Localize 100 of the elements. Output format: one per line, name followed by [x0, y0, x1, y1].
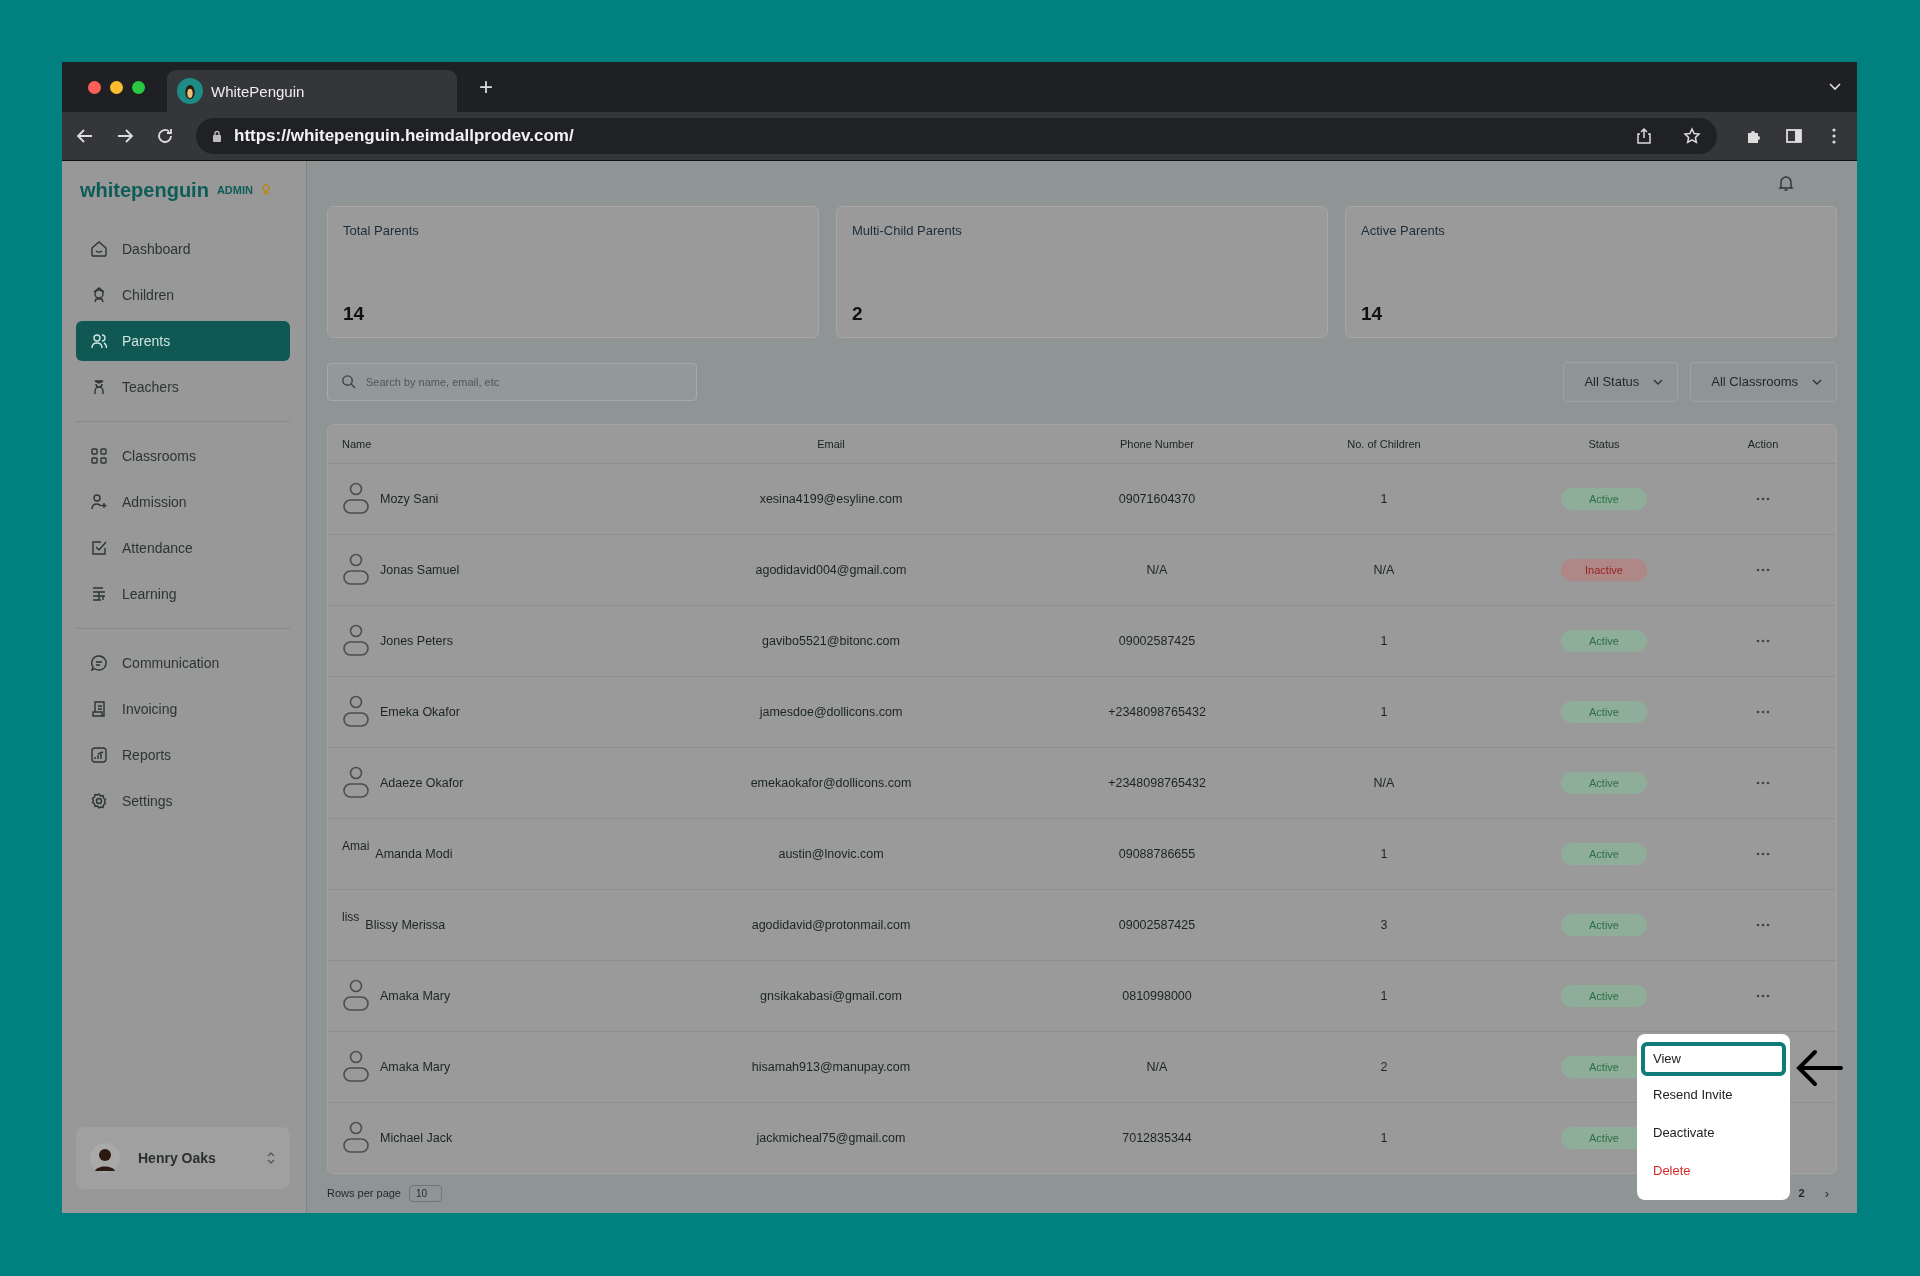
- stat-label: Multi-Child Parents: [852, 222, 963, 238]
- children-count-cell-text: 1: [1379, 846, 1389, 861]
- status-pill: Active: [1561, 700, 1647, 723]
- browser-tab[interactable]: WhitePenguin: [167, 70, 457, 112]
- minimize-window-button[interactable]: [110, 80, 123, 94]
- name-cell: Adaeze Okafor: [380, 775, 464, 790]
- person-icon: [342, 1120, 370, 1155]
- sidebar-item[interactable]: Learning: [76, 574, 290, 614]
- sidebar-item[interactable]: Parents: [76, 321, 290, 361]
- share-icon[interactable]: [1635, 127, 1653, 145]
- stat-label: Total Parents: [343, 222, 420, 238]
- document-icon: [90, 700, 108, 718]
- search-icon: [341, 373, 356, 389]
- email-cell-text: agodidavid@protonmail.com: [750, 917, 912, 932]
- sidebar-item[interactable]: Admission: [76, 482, 290, 522]
- new-tab-button[interactable]: +: [479, 73, 493, 101]
- user-switcher[interactable]: Henry Oaks: [76, 1127, 290, 1189]
- updown-icon: [266, 1151, 276, 1165]
- chart-icon: [90, 746, 108, 764]
- phone-cell-text: 0810998000: [1121, 988, 1193, 1003]
- name-cell: Jonas Samuel: [380, 562, 460, 577]
- name-cell: Mozy Sani: [380, 491, 439, 506]
- stat-value: 14: [1361, 302, 1384, 325]
- email-cell-text: austin@lnovic.com: [777, 846, 885, 861]
- notification-bell-icon[interactable]: [1777, 174, 1795, 193]
- children-count-cell-text: 1: [1379, 633, 1389, 648]
- status-pill: Active: [1561, 629, 1647, 652]
- back-icon[interactable]: [76, 127, 94, 145]
- phone-cell-text: 09002587425: [1117, 633, 1197, 648]
- sidebar-item[interactable]: Communication: [76, 643, 290, 683]
- settings-icon: [90, 792, 108, 810]
- sidebar-item[interactable]: Children: [76, 275, 290, 315]
- forward-icon[interactable]: [116, 127, 134, 145]
- phone-cell-text: +2348098765432: [1107, 775, 1207, 790]
- chevron-down-icon[interactable]: [1829, 83, 1841, 91]
- reload-icon[interactable]: [156, 127, 174, 145]
- menu-item[interactable]: Delete: [1641, 1152, 1786, 1190]
- name-cell: Michael Jack: [380, 1130, 453, 1145]
- email-cell-text: gnsikakabasi@gmail.com: [759, 988, 903, 1003]
- menu-item[interactable]: View: [1641, 1042, 1786, 1076]
- column-header: Email: [816, 437, 846, 450]
- email-cell-text: gavibo5521@bitonc.com: [761, 633, 901, 648]
- avatar-alt-text: Amai: [342, 838, 370, 853]
- next-page-button[interactable]: ›: [1824, 1185, 1829, 1201]
- users-icon: [90, 332, 108, 350]
- filter-dropdown[interactable]: All Classrooms: [1690, 361, 1837, 402]
- menu-item[interactable]: Resend Invite: [1641, 1076, 1786, 1114]
- side-panel-icon[interactable]: [1785, 127, 1803, 145]
- logo[interactable]: whitepenguin: [80, 178, 209, 202]
- sidebar-item[interactable]: Reports: [76, 735, 290, 775]
- person-icon: [342, 978, 370, 1013]
- status-pill: Active: [1561, 913, 1647, 936]
- column-header: Phone Number: [1119, 437, 1195, 450]
- avatar-icon: [90, 1143, 120, 1173]
- column-header: Action: [1746, 437, 1780, 450]
- person-icon: [342, 765, 370, 800]
- page-button[interactable]: 2: [1798, 1187, 1805, 1200]
- sidebar-item[interactable]: Settings: [76, 781, 290, 821]
- children-count-cell-text: N/A: [1372, 775, 1396, 790]
- filter-dropdown[interactable]: All Status: [1563, 361, 1679, 402]
- column-header: Name: [341, 437, 373, 450]
- person-icon: [342, 1049, 370, 1084]
- rows-per-page-select[interactable]: 10: [409, 1184, 443, 1202]
- sidebar-item[interactable]: Dashboard: [76, 229, 290, 269]
- rows-per-page-label: Rows per page: [327, 1187, 401, 1200]
- person-icon: [342, 552, 370, 587]
- phone-cell-text: +2348098765432: [1107, 704, 1207, 719]
- home-icon: [90, 240, 108, 258]
- children-count-cell-text: N/A: [1372, 562, 1396, 577]
- person-icon: [342, 623, 370, 658]
- stat-value: 2: [852, 302, 864, 325]
- badge-icon: [260, 184, 271, 196]
- name-cell: Emeka Okafor: [380, 704, 460, 719]
- children-count-cell-text: 1: [1379, 704, 1389, 719]
- sidebar-item[interactable]: Attendance: [76, 528, 290, 568]
- address-field[interactable]: https://whitepenguin.heimdallprodev.com/: [196, 118, 1717, 154]
- sidebar-item[interactable]: Invoicing: [76, 689, 290, 729]
- star-icon[interactable]: [1683, 127, 1701, 145]
- avatar-alt-text: liss: [342, 909, 360, 924]
- search-field[interactable]: Search by name, email, etc: [327, 362, 697, 401]
- sidebar-item[interactable]: Classrooms: [76, 436, 290, 476]
- arrow-icon: [1795, 1048, 1843, 1088]
- name-cell: Blissy Merissa: [365, 917, 446, 932]
- status-pill: Active: [1561, 984, 1647, 1007]
- chevron-down-icon: [1812, 378, 1822, 385]
- close-window-button[interactable]: [88, 80, 101, 94]
- email-cell-text: jamesdoe@dollicons.com: [758, 704, 904, 719]
- email-cell-text: jackmicheal75@gmail.com: [755, 1130, 907, 1145]
- column-header: Status: [1587, 437, 1621, 450]
- email-cell-text: hisamah913@manupay.com: [750, 1059, 912, 1074]
- maximize-window-button[interactable]: [132, 80, 145, 94]
- name-cell: Jones Peters: [380, 633, 453, 648]
- phone-cell-text: 09071604370: [1117, 491, 1197, 506]
- stat-value: 14: [343, 302, 366, 325]
- children-count-cell-text: 1: [1379, 491, 1389, 506]
- name-cell: Amanda Modi: [375, 846, 453, 861]
- lock-icon: [212, 130, 222, 142]
- sidebar-item[interactable]: Teachers: [76, 367, 290, 407]
- grid-icon: [90, 447, 108, 465]
- children-count-cell-text: 2: [1379, 1059, 1389, 1074]
